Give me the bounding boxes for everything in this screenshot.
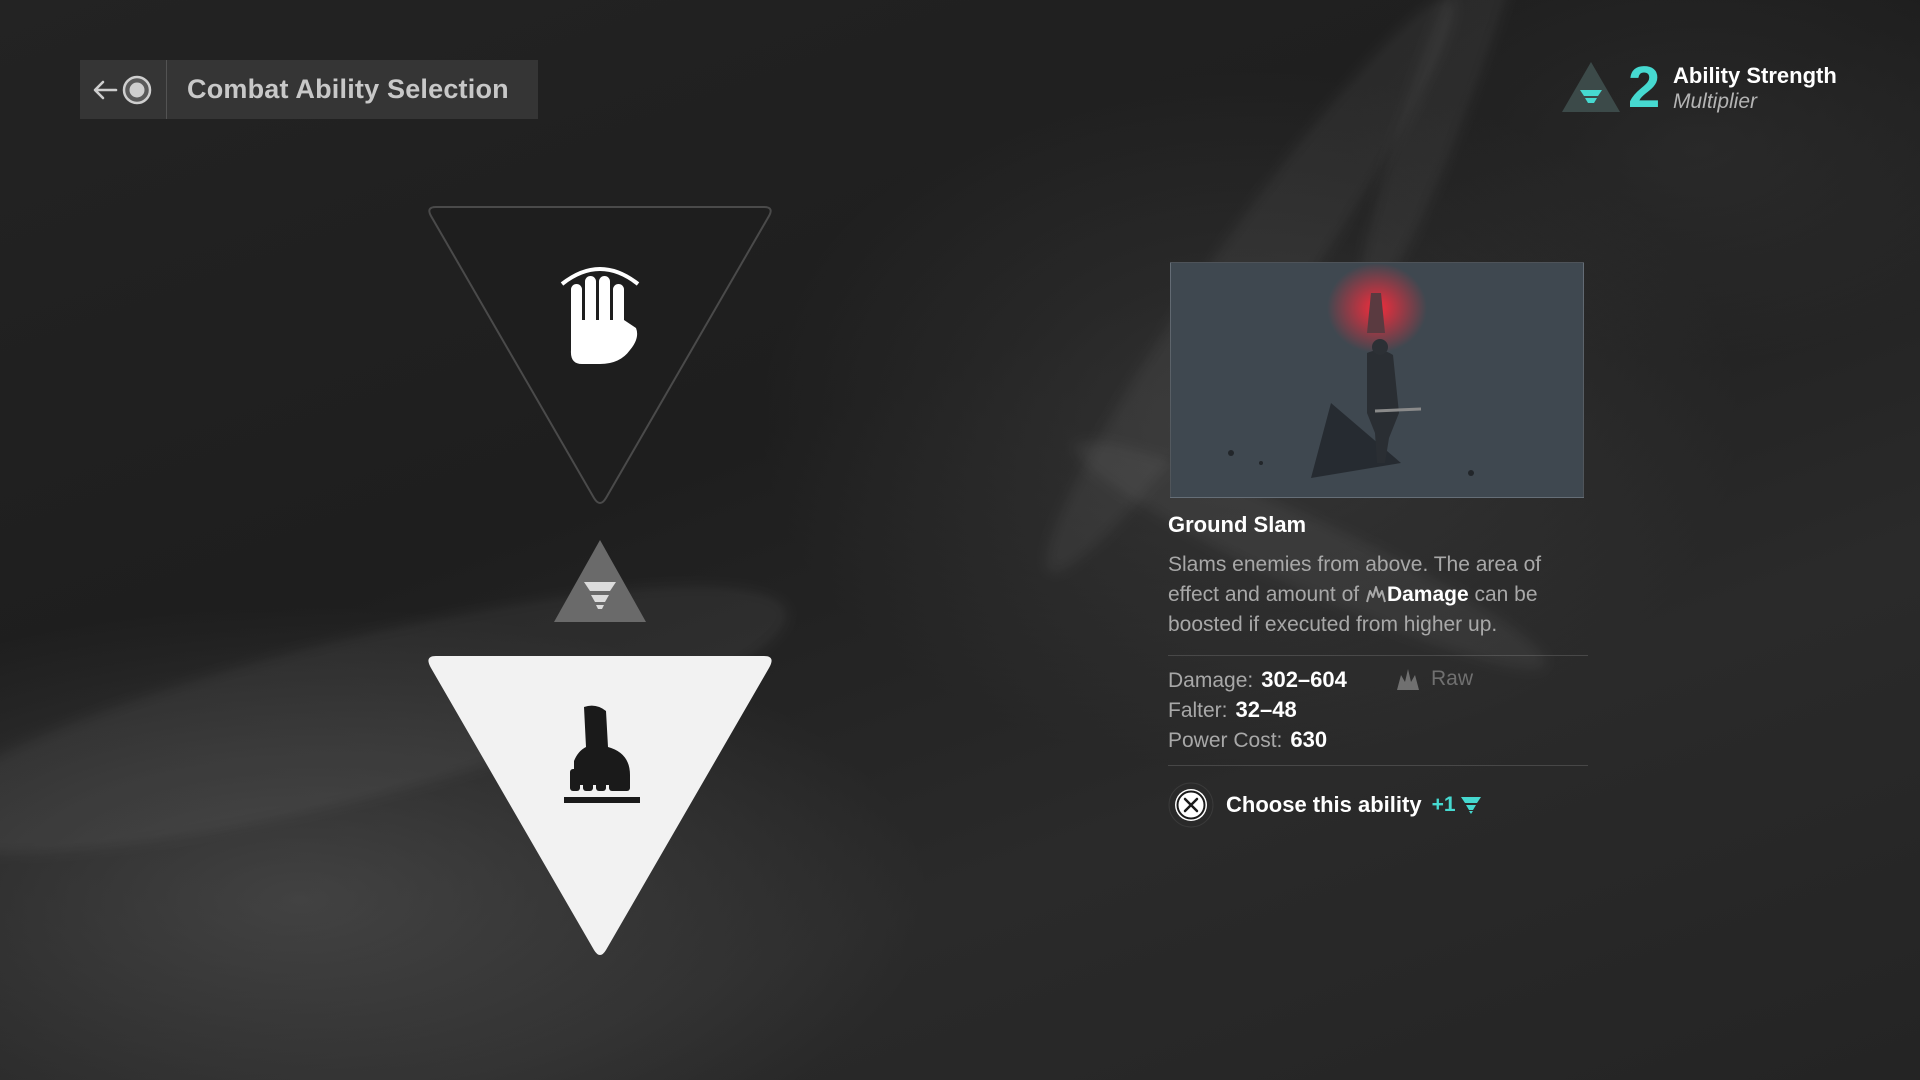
ability-preview-image (1170, 262, 1584, 498)
multiplier-value: 2 (1628, 55, 1661, 120)
ability-strength-multiplier: 2 Ability Strength Multiplier (1560, 56, 1860, 120)
ability-point-bonus: +1 (1432, 793, 1482, 817)
raw-damage-icon (1397, 669, 1419, 690)
multiplier-subtitle: Multiplier (1673, 90, 1758, 113)
multiplier-title: Ability Strength (1673, 63, 1837, 88)
power-cost-label: Power Cost: (1168, 729, 1283, 752)
arrow-left-icon (93, 80, 118, 99)
damage-type-label: Raw (1431, 667, 1474, 690)
ability-point-icon (1562, 62, 1620, 112)
circle-button-icon (122, 75, 152, 104)
ability-point-connector-icon (554, 540, 646, 622)
cross-button-icon (1168, 782, 1214, 828)
stat-power-cost: Power Cost: 630 (1168, 727, 1327, 753)
ability-slot-ground-slam[interactable] (420, 652, 780, 962)
choose-ability-label: Choose this ability (1226, 792, 1422, 817)
stat-damage: Damage: 302–604 (1168, 667, 1347, 693)
description-keyword: Damage (1386, 583, 1469, 606)
falter-label: Falter: (1168, 699, 1228, 722)
ability-slot-open-hand[interactable] (420, 200, 780, 510)
damage-icon (1365, 586, 1386, 603)
divider (1168, 765, 1588, 766)
page-title: Combat Ability Selection (187, 74, 509, 104)
damage-type: Raw (1395, 667, 1473, 691)
stat-falter: Falter: 32–48 (1168, 697, 1297, 723)
power-cost-value: 630 (1290, 727, 1328, 752)
damage-value: 302–604 (1261, 667, 1347, 692)
ability-name: Ground Slam (1168, 512, 1307, 537)
ability-description: Slams enemies from above. The area of ef… (1168, 550, 1588, 640)
ability-point-icon (1460, 797, 1481, 814)
bonus-value: +1 (1431, 793, 1456, 816)
divider (1168, 655, 1588, 656)
back-button[interactable] (80, 60, 167, 119)
falter-value: 32–48 (1235, 697, 1297, 722)
title-bar: Combat Ability Selection (80, 60, 538, 119)
choose-ability-button[interactable]: Choose this ability +1 (1168, 782, 1482, 828)
damage-label: Damage: (1168, 669, 1254, 692)
